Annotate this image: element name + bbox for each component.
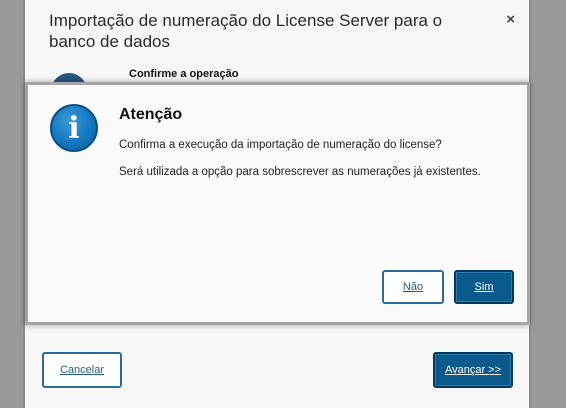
close-icon[interactable]: × [506,11,515,28]
wizard-title: Importação de numeração do License Serve… [49,11,443,51]
dialog-message-line2: Será utilizada a opção para sobrescrever… [119,166,481,178]
info-icon: i [50,104,98,152]
step-title: Confirme a operação [129,68,239,80]
no-button[interactable]: Não [382,270,444,304]
confirmation-dialog: i Atenção Confirma a execução da importa… [25,82,530,325]
dialog-title: Atenção [119,106,183,123]
dialog-message-line1: Confirma a execução da importação de num… [119,139,442,151]
yes-button[interactable]: Sim [454,270,514,304]
cancel-button[interactable]: Cancelar [42,352,122,388]
next-button[interactable]: Avançar >> [433,352,513,388]
